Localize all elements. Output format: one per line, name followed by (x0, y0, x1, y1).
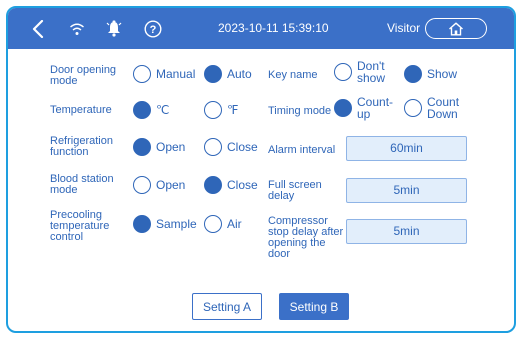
home-button[interactable] (425, 18, 487, 39)
radio-circle-selected (133, 138, 151, 156)
status-bar: ? 2023-10-11 15:39:10 Visitor (8, 8, 514, 49)
radio-circle (204, 215, 222, 233)
radio-circle (133, 176, 151, 194)
alarm-interval-label: Alarm interval (268, 144, 336, 156)
key-name-label: Key name (268, 69, 318, 81)
temperature-label: Temperature (50, 104, 112, 116)
precooling-temperature-control-label: Precooling temperature control (50, 209, 110, 243)
blood-station-open-radio[interactable]: Open (133, 176, 185, 194)
refrigeration-open-radio[interactable]: Open (133, 138, 185, 156)
radio-circle-selected (204, 176, 222, 194)
radio-circle (334, 63, 352, 81)
door-mode-auto-radio[interactable]: Auto (204, 65, 252, 83)
alarm-bell-icon[interactable] (105, 8, 123, 49)
radio-circle (204, 101, 222, 119)
key-name-show-radio[interactable]: Show (404, 65, 457, 83)
refrigeration-close-radio[interactable]: Close (204, 138, 258, 156)
wifi-icon (68, 8, 86, 49)
radio-circle-selected (204, 65, 222, 83)
svg-text:?: ? (150, 24, 157, 36)
full-screen-delay-label: Full screen delay (268, 179, 322, 202)
help-icon[interactable]: ? (143, 8, 163, 49)
radio-circle-selected (404, 65, 422, 83)
temperature-celsius-radio[interactable]: ℃ (133, 101, 169, 119)
home-icon (449, 22, 463, 35)
door-opening-mode-label: Door opening mode (50, 64, 117, 87)
key-name-dont-show-radio[interactable]: Don't show (334, 60, 385, 84)
radio-circle (133, 65, 151, 83)
screen-frame: ? 2023-10-11 15:39:10 Visitor Door openi… (6, 6, 516, 333)
temperature-fahrenheit-radio[interactable]: ℉ (204, 101, 238, 119)
radio-circle (404, 99, 422, 117)
back-icon[interactable] (30, 8, 46, 49)
datetime-text: 2023-10-11 15:39:10 (218, 21, 329, 35)
setting-b-button[interactable]: Setting B (279, 293, 349, 320)
full-screen-delay-field[interactable]: 5min (346, 178, 467, 203)
radio-circle (204, 138, 222, 156)
radio-circle-selected (133, 101, 151, 119)
blood-station-mode-label: Blood station mode (50, 173, 114, 196)
alarm-interval-field[interactable]: 60min (346, 136, 467, 161)
radio-circle-selected (334, 99, 352, 117)
refrigeration-function-label: Refrigeration function (50, 135, 113, 158)
blood-station-close-radio[interactable]: Close (204, 176, 258, 194)
timing-mode-count-up-radio[interactable]: Count- up (334, 96, 393, 120)
timing-mode-label: Timing mode (268, 105, 332, 117)
door-mode-manual-radio[interactable]: Manual (133, 65, 195, 83)
precooling-air-radio[interactable]: Air (204, 215, 242, 233)
precooling-sample-radio[interactable]: Sample (133, 215, 197, 233)
radio-circle-selected (133, 215, 151, 233)
setting-a-button[interactable]: Setting A (192, 293, 262, 320)
compressor-stop-delay-label: Compressor stop delay after opening the … (268, 215, 344, 260)
compressor-stop-delay-field[interactable]: 5min (346, 219, 467, 244)
timing-mode-count-down-radio[interactable]: Count Down (404, 96, 459, 120)
user-text: Visitor (387, 21, 421, 35)
